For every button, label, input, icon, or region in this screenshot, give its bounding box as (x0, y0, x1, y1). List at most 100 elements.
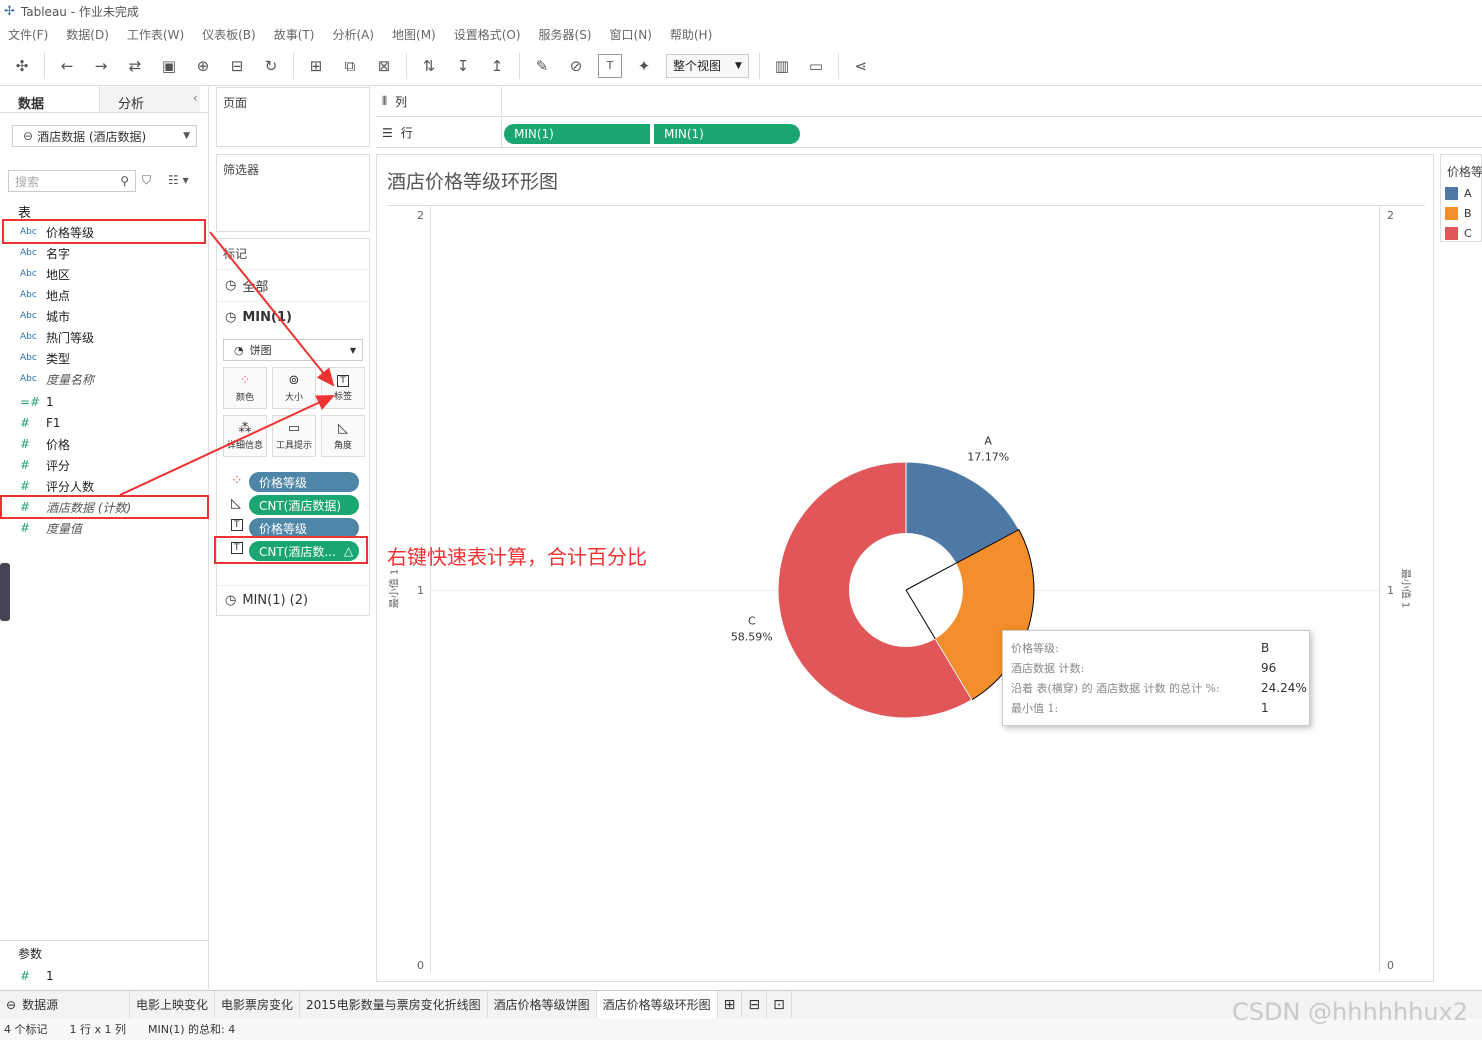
highlight-box-record-count (0, 495, 209, 519)
redo-icon[interactable]: → (89, 54, 113, 78)
search-input[interactable]: 搜索 ⚲ (8, 170, 136, 192)
menu-story[interactable]: 故事(T) (274, 26, 315, 43)
menu-dashboard[interactable]: 仪表板(B) (202, 26, 256, 43)
chevron-down-icon: ▼ (183, 131, 190, 141)
rows-shelf[interactable]: ☰ 行 MIN(1) MIN(1) (376, 118, 1482, 148)
size-circles-icon: ⊚ (288, 373, 300, 388)
marks-all-row[interactable]: ◷ 全部 (217, 269, 371, 301)
field-measure-names[interactable]: Abc 度量名称 (20, 369, 94, 389)
menu-format[interactable]: 设置格式(O) (454, 26, 521, 43)
field-type[interactable]: Abc 类型 (20, 348, 70, 368)
tab-sheet[interactable]: 酒店价格等级饼图 (488, 991, 597, 1018)
number-type-icon: # (20, 416, 31, 430)
size-button[interactable]: ⊚ 大小 (272, 367, 316, 409)
tooltip-button[interactable]: ▭ 工具提示 (272, 415, 316, 457)
field-region[interactable]: Abc 地区 (20, 264, 70, 284)
field-label: 地区 (46, 267, 71, 282)
tab-data[interactable]: 数据 (0, 87, 100, 112)
row-pill-min1-a[interactable]: MIN(1) (504, 124, 650, 144)
group-icon[interactable]: ⊘ (564, 54, 588, 78)
pane-resize-handle[interactable] (0, 563, 10, 621)
legend-item-b[interactable]: B (1445, 207, 1472, 220)
view-size-select[interactable]: 整个视图 ▼ (666, 53, 749, 78)
legend-label: B (1464, 207, 1472, 220)
pause-update-icon[interactable]: ⊟ (225, 54, 249, 78)
field-label: 地点 (46, 288, 71, 303)
menu-worksheet[interactable]: 工作表(W) (127, 26, 184, 43)
filters-shelf[interactable]: 筛选器 (216, 154, 370, 232)
angle-icon: ◺ (338, 421, 348, 436)
field-1[interactable]: =# 1 (20, 392, 54, 412)
angle-button[interactable]: ◺ 角度 (321, 415, 365, 457)
marks-min1-2-row[interactable]: ◷ MIN(1) (2) (217, 585, 371, 615)
clear-sheet-icon[interactable]: ⊠ (372, 54, 396, 78)
presentation-icon[interactable]: ▭ (804, 54, 828, 78)
string-type-icon: Abc (20, 290, 37, 300)
menu-help[interactable]: 帮助(H) (670, 26, 712, 43)
pill-angle-count[interactable]: CNT(酒店数据) (249, 495, 359, 515)
menu-map[interactable]: 地图(M) (392, 26, 436, 43)
undo-icon[interactable]: ← (55, 54, 79, 78)
new-datasource-icon[interactable]: ⊕ (191, 54, 215, 78)
pin-icon[interactable]: ✦ (632, 54, 656, 78)
param-1[interactable]: #1 (20, 966, 54, 986)
marks-min1-row[interactable]: ◷ MIN(1) (217, 301, 371, 333)
show-me-icon[interactable]: ▥ (770, 54, 794, 78)
highlight-icon[interactable]: ✎ (530, 54, 554, 78)
tableau-home-icon[interactable]: ✣ (10, 54, 34, 78)
save-icon[interactable]: ▣ (157, 54, 181, 78)
label-button[interactable]: T 标签 (321, 367, 365, 409)
legend-item-c[interactable]: C (1445, 227, 1472, 240)
status-sum: MIN(1) 的总和: 4 (148, 1023, 236, 1036)
field-rating-count[interactable]: # 评分人数 (20, 476, 94, 496)
tab-sheet[interactable]: 2015电影数量与票房变化折线图 (300, 991, 488, 1018)
new-story-tab-icon[interactable]: ⊡ (767, 991, 792, 1018)
sort-asc-icon[interactable]: ↧ (451, 54, 475, 78)
menu-data[interactable]: 数据(D) (66, 26, 109, 43)
new-worksheet-icon[interactable]: ⊞ (304, 54, 328, 78)
menu-file[interactable]: 文件(F) (8, 26, 48, 43)
field-rating[interactable]: # 评分 (20, 455, 70, 475)
sort-desc-icon[interactable]: ↥ (485, 54, 509, 78)
collapse-pane-icon[interactable]: ‹ (193, 91, 198, 105)
legend-swatch (1445, 187, 1458, 200)
tab-sheet-active[interactable]: 酒店价格等级环形图 (596, 991, 718, 1018)
replay-icon[interactable]: ⇄ (123, 54, 147, 78)
menu-analysis[interactable]: 分析(A) (332, 26, 374, 43)
datasource-select[interactable]: ⊖ 酒店数据 (酒店数据) ▼ (12, 125, 197, 147)
view-options-icon[interactable]: ☷ ▾ (168, 173, 189, 187)
show-labels-icon[interactable]: T (598, 53, 622, 78)
highlight-box-pct-pill (214, 536, 368, 564)
tab-sheet[interactable]: 电影上映变化 (130, 991, 216, 1018)
pill-color-price-level[interactable]: 价格等级 (249, 472, 359, 492)
filter-icon[interactable]: ⛉ (142, 173, 151, 188)
detail-button[interactable]: ⁂ 详细信息 (223, 415, 267, 457)
field-location[interactable]: Abc 地点 (20, 285, 70, 305)
menu-server[interactable]: 服务器(S) (539, 26, 592, 43)
menu-window[interactable]: 窗口(N) (610, 26, 652, 43)
pages-shelf[interactable]: 页面 (216, 87, 370, 147)
field-measure-values[interactable]: # 度量值 (20, 518, 82, 538)
mark-type-select[interactable]: ◔ 饼图 ▼ (223, 339, 363, 361)
new-dashboard-tab-icon[interactable]: ⊟ (742, 991, 768, 1018)
field-f1[interactable]: # F1 (20, 413, 61, 433)
color-button[interactable]: ⁘ 颜色 (223, 367, 267, 409)
tab-sheet[interactable]: 电影票房变化 (215, 991, 301, 1018)
columns-shelf[interactable]: ⫴ 列 (376, 87, 1482, 117)
refresh-icon[interactable]: ↻ (259, 54, 283, 78)
field-city[interactable]: Abc 城市 (20, 306, 70, 326)
swap-icon[interactable]: ⇅ (417, 54, 441, 78)
legend-item-a[interactable]: A (1445, 187, 1472, 200)
tab-analysis[interactable]: 分析 (100, 87, 200, 112)
row-pill-min1-b[interactable]: MIN(1) (654, 124, 800, 144)
duplicate-sheet-icon[interactable]: ⧉ (338, 54, 362, 78)
tooltip-value: 96 (1261, 661, 1277, 675)
pill-label-price-level[interactable]: 价格等级 (249, 518, 359, 538)
new-worksheet-tab-icon[interactable]: ⊞ (718, 991, 743, 1018)
field-popularity[interactable]: Abc 热门等级 (20, 327, 94, 347)
legend-label: C (1464, 227, 1472, 240)
field-price[interactable]: # 价格 (20, 434, 70, 454)
tab-datasource[interactable]: ⊖ 数据源 (0, 991, 130, 1018)
share-icon[interactable]: ⋖ (849, 54, 873, 78)
field-name[interactable]: Abc 名字 (20, 243, 70, 263)
